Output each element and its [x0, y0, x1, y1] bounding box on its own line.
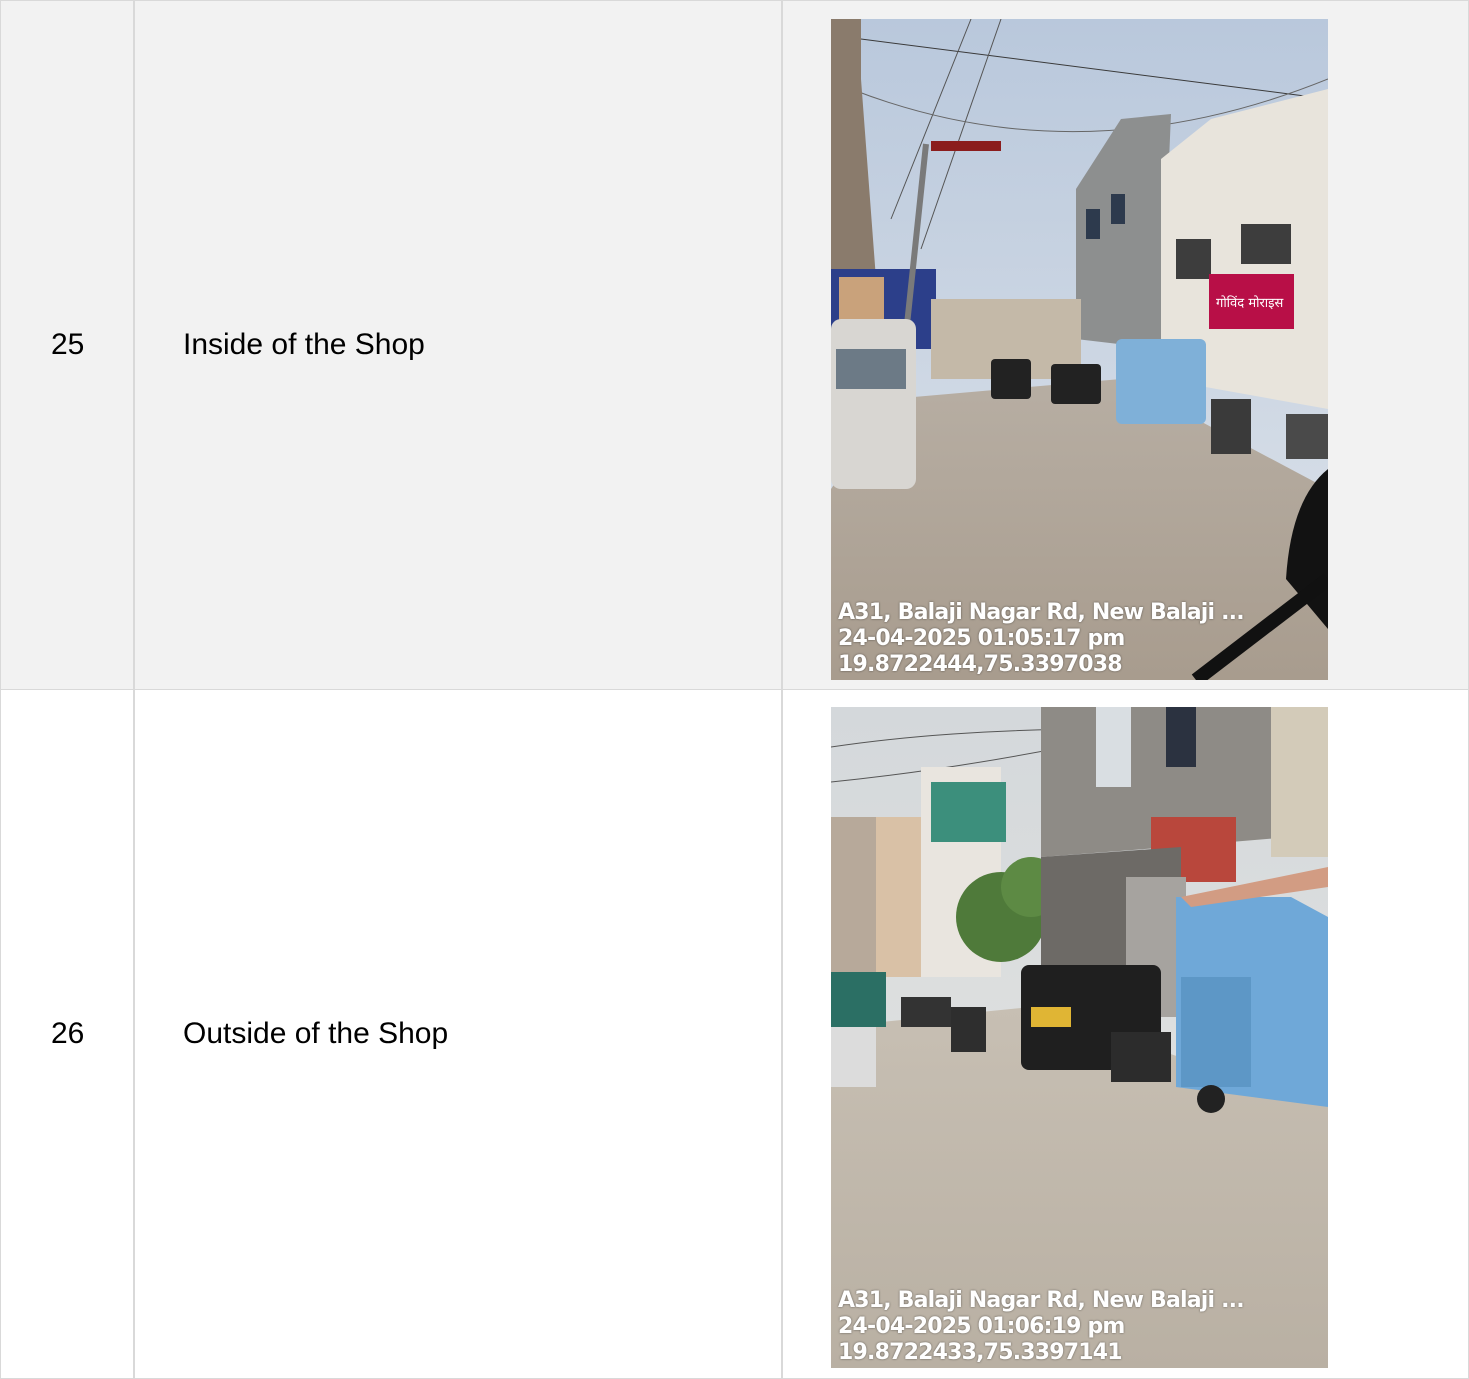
row-number: 25	[1, 1, 135, 689]
table-row: 25 Inside of the Shop गोविंद मोराइस A31,…	[1, 1, 1468, 690]
street-photo: A31, Balaji Nagar Rd, New Balaji ... 24-…	[831, 707, 1328, 1368]
street-scene-image	[831, 707, 1328, 1368]
row-description: Inside of the Shop	[135, 1, 783, 689]
row-number: 26	[1, 690, 135, 1378]
photo-geotag-stamp: A31, Balaji Nagar Rd, New Balaji ... 24-…	[838, 1288, 1245, 1366]
street-scene-image: गोविंद मोराइस	[831, 19, 1328, 680]
stamp-coords: 19.8722444,75.3397038	[838, 652, 1123, 677]
photo-geotag-stamp: A31, Balaji Nagar Rd, New Balaji ... 24-…	[838, 600, 1245, 678]
photo-cell: A31, Balaji Nagar Rd, New Balaji ... 24-…	[783, 690, 1468, 1378]
table-row: 26 Outside of the Shop A31, Balaji Nagar…	[1, 690, 1468, 1378]
photo-cell: गोविंद मोराइस A31, Balaji Nagar Rd, New …	[783, 1, 1468, 689]
shop-sign: गोविंद मोराइस	[1216, 295, 1284, 311]
stamp-address: A31, Balaji Nagar Rd, New Balaji ...	[838, 1288, 1245, 1313]
stamp-address: A31, Balaji Nagar Rd, New Balaji ...	[838, 600, 1245, 625]
stamp-datetime: 24-04-2025 01:06:19 pm	[838, 1314, 1125, 1339]
row-description: Outside of the Shop	[135, 690, 783, 1378]
stamp-datetime: 24-04-2025 01:05:17 pm	[838, 626, 1125, 651]
stamp-coords: 19.8722433,75.3397141	[838, 1340, 1123, 1365]
photo-report-table: 25 Inside of the Shop गोविंद मोराइस A31,…	[0, 0, 1469, 1379]
street-photo: गोविंद मोराइस A31, Balaji Nagar Rd, New …	[831, 19, 1328, 680]
